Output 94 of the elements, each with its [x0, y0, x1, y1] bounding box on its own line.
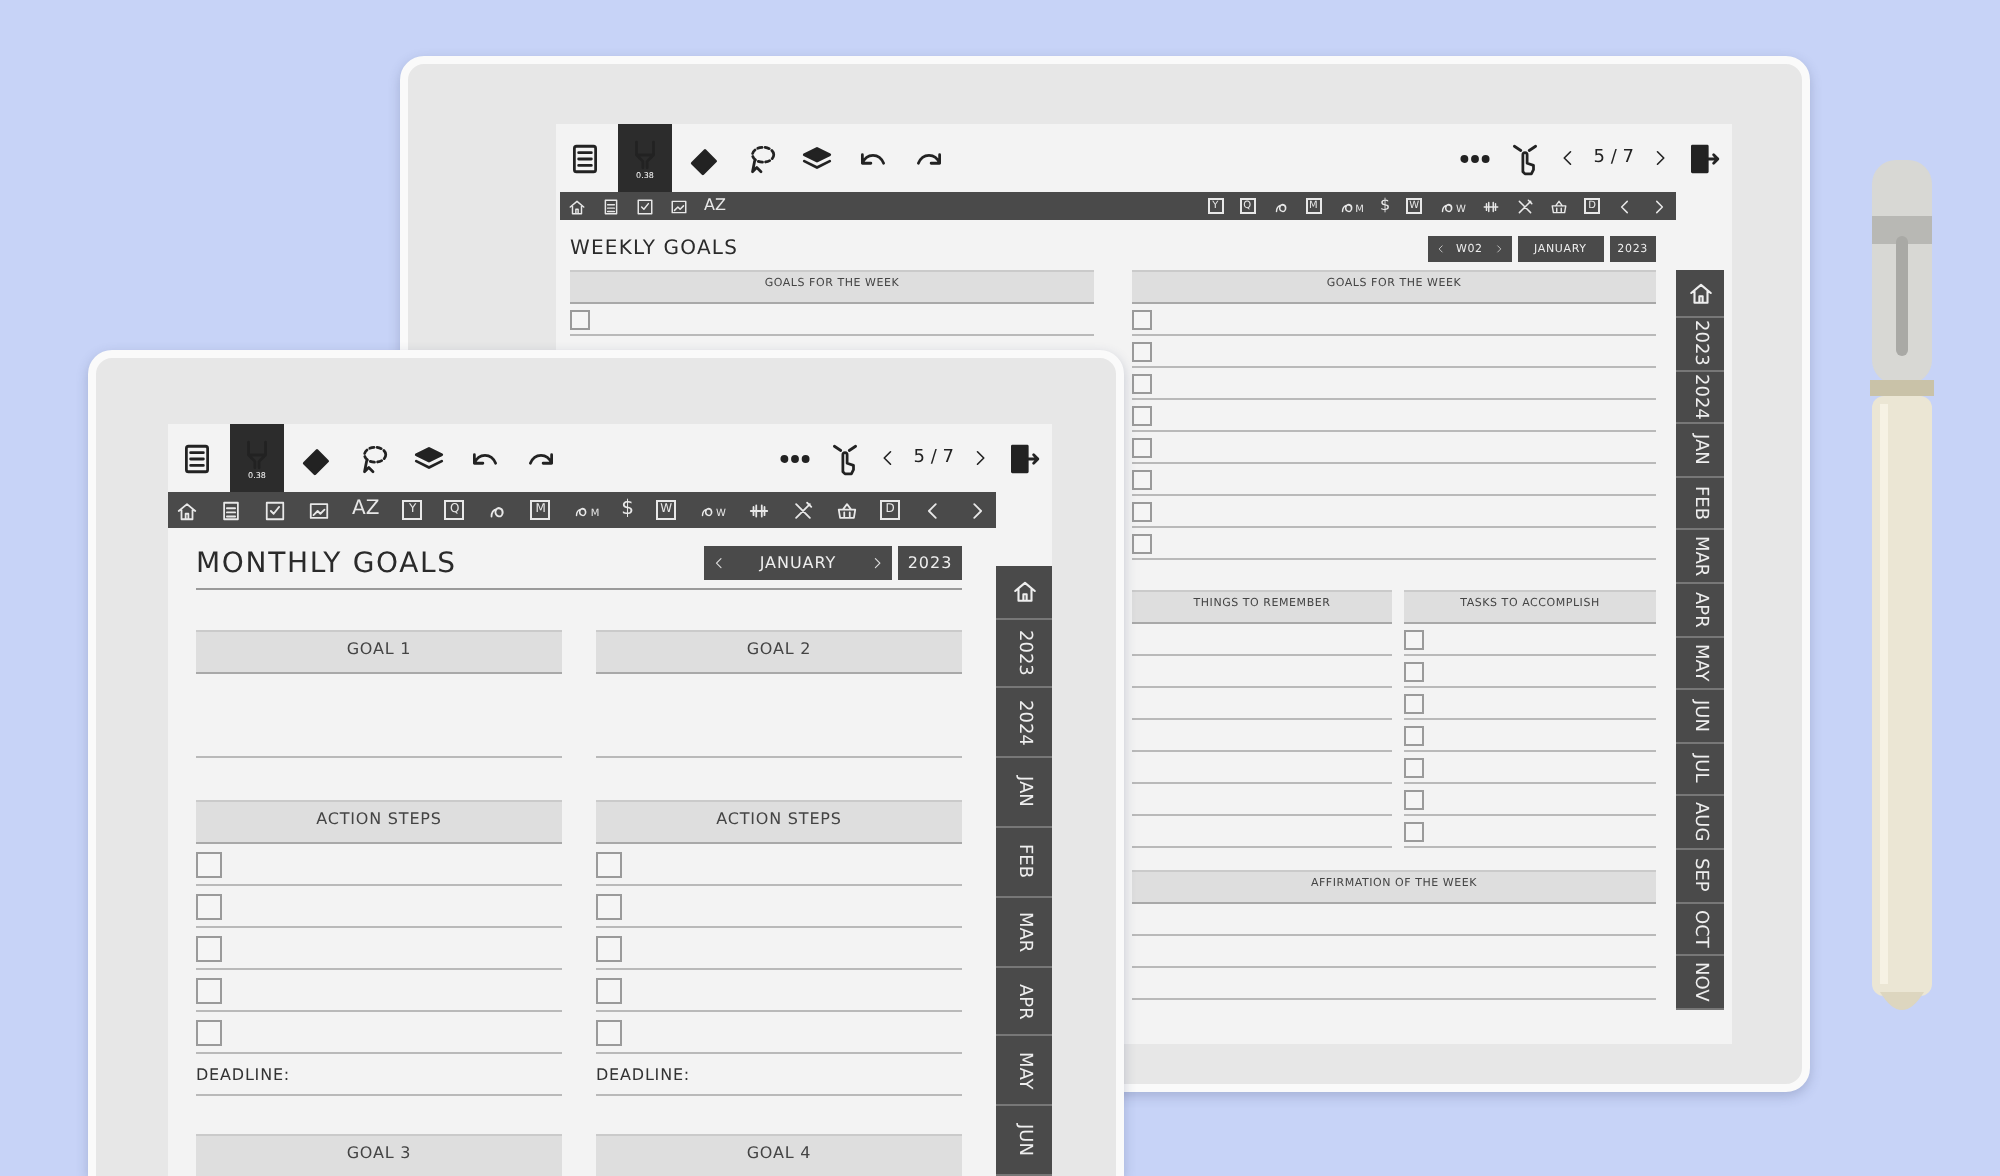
side-tab[interactable]: MAY: [1676, 637, 1724, 691]
checkbox[interactable]: [1404, 693, 1424, 713]
tools-icon[interactable]: [1516, 197, 1534, 215]
side-tab[interactable]: AUG: [1676, 796, 1724, 850]
side-tab[interactable]: MAR: [996, 897, 1052, 968]
checkbox[interactable]: [196, 851, 222, 877]
dumbbell-icon[interactable]: [1482, 197, 1500, 215]
home-icon: [1687, 280, 1713, 306]
page-number: 5 / 7: [1593, 148, 1634, 168]
layers-icon: [800, 141, 834, 175]
checkbox[interactable]: [1132, 309, 1152, 329]
side-tab[interactable]: 2023: [1676, 318, 1724, 372]
picture-frame-icon[interactable]: [308, 499, 330, 521]
checkbox[interactable]: [1404, 789, 1424, 809]
checkbox[interactable]: [596, 935, 622, 961]
nav-button[interactable]: $: [621, 500, 635, 520]
side-tab[interactable]: 2024: [1676, 371, 1724, 425]
checkbox[interactable]: [596, 893, 622, 919]
exit-icon[interactable]: [1006, 441, 1040, 475]
section-header: GOAL 4: [596, 1134, 962, 1176]
tools-icon[interactable]: [792, 499, 814, 521]
section-header: GOAL 1: [196, 630, 562, 674]
date-selector[interactable]: 2023: [898, 546, 962, 580]
menu-icon: [568, 141, 602, 175]
checkbox[interactable]: [596, 851, 622, 877]
side-tab[interactable]: APR: [1676, 583, 1724, 638]
side-tab[interactable]: 2024: [996, 688, 1052, 759]
checkbox[interactable]: [1132, 501, 1152, 521]
basket-icon[interactable]: [1550, 197, 1568, 215]
checkbox[interactable]: [196, 893, 222, 919]
home-icon[interactable]: [568, 197, 586, 215]
checkbox[interactable]: [196, 1019, 222, 1045]
section-header: ACTION STEPS: [596, 800, 962, 844]
nav-button[interactable]: $: [1379, 198, 1391, 214]
page-title: MONTHLY GOALS: [196, 547, 457, 579]
picture-frame-icon[interactable]: [670, 197, 688, 215]
checkbox[interactable]: [1404, 661, 1424, 681]
home-tab[interactable]: [996, 566, 1052, 620]
nav-button[interactable]: AZ: [704, 198, 726, 214]
side-tab[interactable]: JAN: [1676, 424, 1724, 478]
side-tab[interactable]: JAN: [996, 758, 1052, 829]
side-tab[interactable]: JUN: [1676, 690, 1724, 744]
home-icon: [1011, 578, 1037, 605]
checkbox[interactable]: [1132, 469, 1152, 489]
section-header: GOAL 2: [596, 630, 962, 674]
side-tab[interactable]: JUL: [1676, 743, 1724, 797]
checkbox[interactable]: [1404, 821, 1424, 841]
checkbox[interactable]: [596, 977, 622, 1003]
basket-icon[interactable]: [836, 499, 858, 521]
checkbox[interactable]: [1132, 373, 1152, 393]
side-tab[interactable]: SEP: [1676, 849, 1724, 904]
checkbox[interactable]: [1404, 725, 1424, 745]
nav-button[interactable]: AZ: [352, 500, 380, 520]
checkbox[interactable]: [596, 1019, 622, 1045]
page-number: 5 / 7: [913, 448, 954, 468]
chevron-right-icon[interactable]: [1650, 197, 1668, 215]
chevron-left-icon[interactable]: [1616, 197, 1634, 215]
home-icon[interactable]: [176, 499, 198, 521]
dumbbell-icon[interactable]: [748, 499, 770, 521]
checkbox[interactable]: [570, 309, 590, 329]
layers-icon: [412, 441, 446, 475]
notes-icon[interactable]: [602, 197, 620, 215]
selector-label: JANUARY: [757, 554, 839, 572]
notes-icon[interactable]: [220, 499, 242, 521]
checkbox[interactable]: [1132, 437, 1152, 457]
checkbox[interactable]: [196, 935, 222, 961]
checkbox-icon[interactable]: [636, 197, 654, 215]
section-header: ACTION STEPS: [196, 800, 562, 844]
exit-icon[interactable]: [1686, 141, 1720, 175]
checkbox[interactable]: [1404, 757, 1424, 777]
deadline-label: DEADLINE:: [196, 1065, 290, 1083]
side-tab[interactable]: MAY: [996, 1036, 1052, 1107]
section-header: GOAL 3: [196, 1134, 562, 1176]
deadline-label: DEADLINE:: [596, 1065, 690, 1083]
menu-icon: [180, 441, 214, 475]
side-tab[interactable]: FEB: [1676, 477, 1724, 531]
touch-icon[interactable]: [1507, 141, 1542, 175]
checkbox[interactable]: [1404, 629, 1424, 649]
side-tab[interactable]: FEB: [996, 828, 1052, 898]
checkbox[interactable]: [1132, 405, 1152, 425]
touch-icon[interactable]: [827, 441, 862, 475]
side-tab[interactable]: MAR: [1676, 530, 1724, 584]
page-title: WEEKLY GOALS: [570, 238, 739, 260]
selector-label: 2023: [906, 554, 954, 572]
side-tab[interactable]: NOV: [1676, 956, 1724, 1010]
side-tab[interactable]: 2023: [996, 619, 1052, 689]
side-tab[interactable]: APR: [996, 967, 1052, 1037]
checkbox[interactable]: [196, 977, 222, 1003]
checkbox[interactable]: [1132, 341, 1152, 361]
checkbox-icon[interactable]: [264, 499, 286, 521]
checkbox[interactable]: [1132, 533, 1152, 553]
home-tab[interactable]: [1676, 270, 1724, 318]
side-tab[interactable]: JUN: [996, 1106, 1052, 1176]
side-tab[interactable]: OCT: [1676, 903, 1724, 957]
